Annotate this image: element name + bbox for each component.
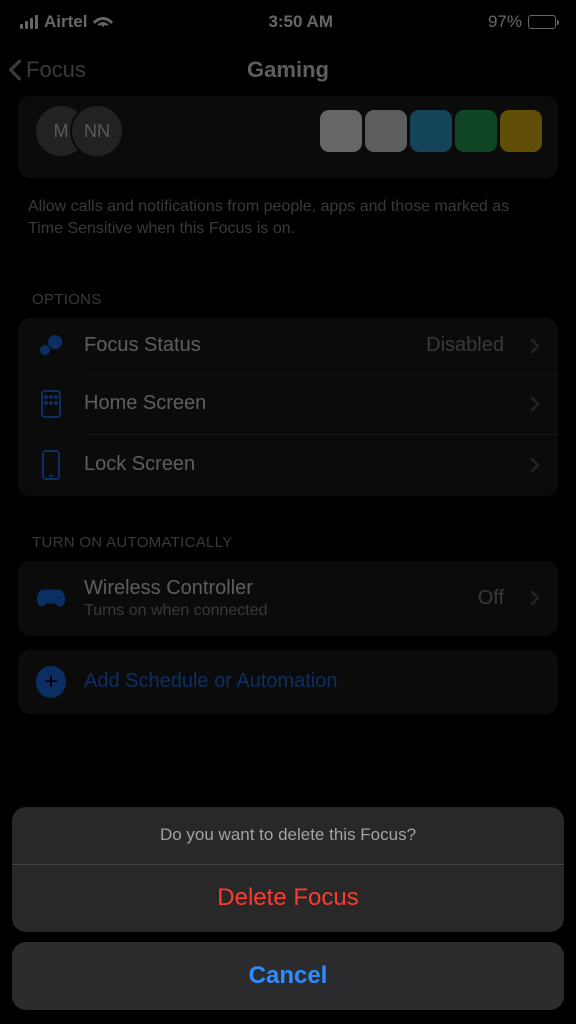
cancel-button[interactable]: Cancel [12, 942, 564, 1010]
delete-focus-button[interactable]: Delete Focus [12, 864, 564, 932]
action-sheet: Do you want to delete this Focus? Delete… [12, 807, 564, 1011]
sheet-prompt: Do you want to delete this Focus? [12, 807, 564, 864]
